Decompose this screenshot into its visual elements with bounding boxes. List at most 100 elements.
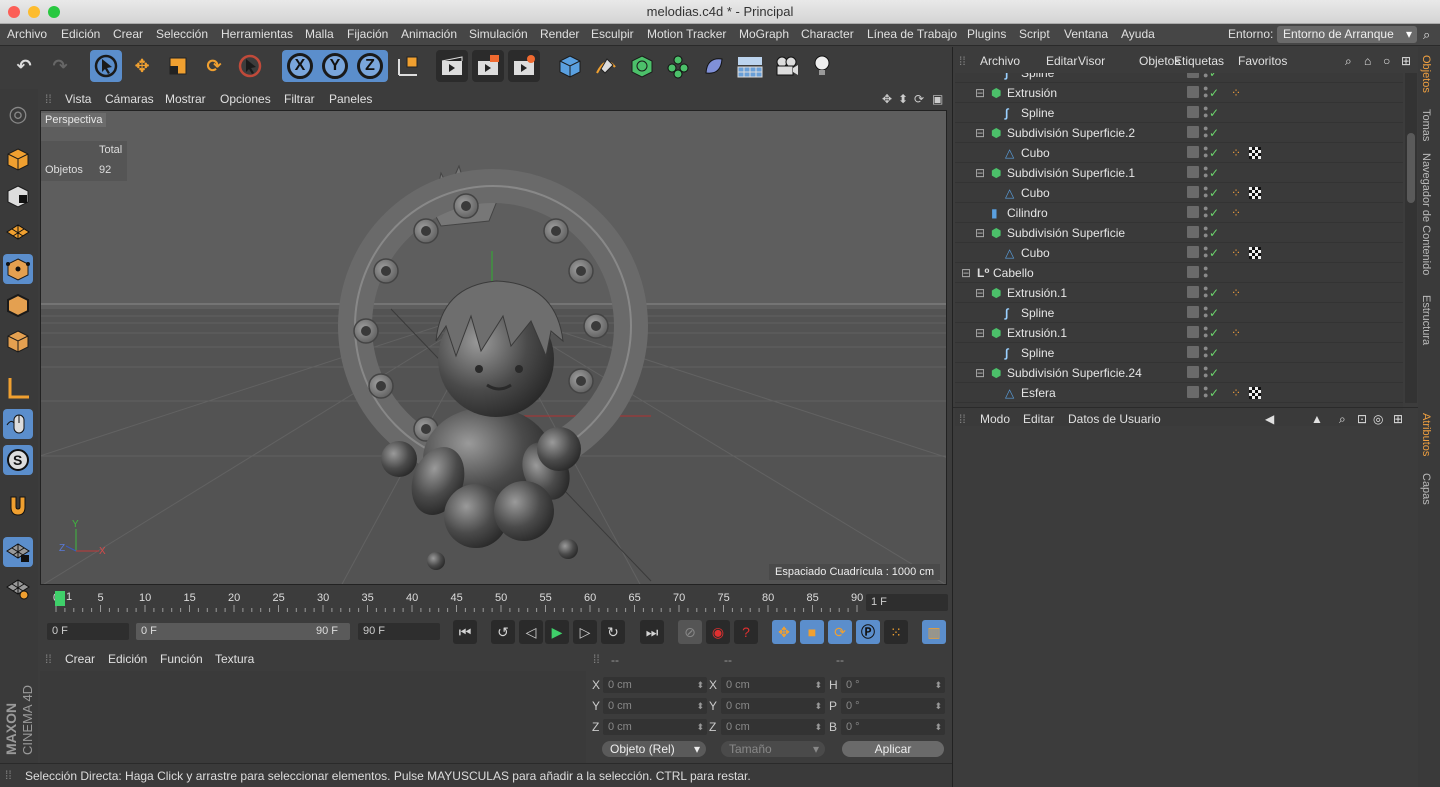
object-name[interactable]: Spline xyxy=(1021,73,1054,80)
om-menu-archivo[interactable]: Archivo xyxy=(980,54,1020,68)
minimize-window-button[interactable] xyxy=(28,6,40,18)
visibility-dots-icon[interactable]: ●● xyxy=(1203,284,1208,300)
enabled-check-icon[interactable]: ✓ xyxy=(1209,326,1219,340)
floor-icon[interactable] xyxy=(734,50,766,82)
enabled-check-icon[interactable]: ✓ xyxy=(1209,106,1219,120)
object-tree-row[interactable]: ⊟ ⬢ Subdivisión Superficie.1 ● ● ✓ xyxy=(955,163,1403,183)
viewport-menu-paneles[interactable]: Paneles xyxy=(329,92,372,106)
menu-herramientas[interactable]: Herramientas xyxy=(221,27,293,41)
layer-color-icon[interactable] xyxy=(1187,286,1199,298)
undo-icon[interactable]: ↶ xyxy=(8,50,40,82)
object-name[interactable]: Spline xyxy=(1021,306,1054,320)
scrollbar-thumb[interactable] xyxy=(1407,133,1415,203)
layer-color-icon[interactable] xyxy=(1187,146,1199,158)
visibility-dots-icon[interactable]: ●● xyxy=(1203,144,1208,160)
pos-z-field[interactable]: 0 cm xyxy=(603,719,707,735)
layer-color-icon[interactable] xyxy=(1187,206,1199,218)
key-position-icon[interactable]: ✥ xyxy=(772,620,796,644)
layer-color-icon[interactable] xyxy=(1187,166,1199,178)
pos-x-field[interactable]: 0 cm xyxy=(603,677,707,693)
layer-color-icon[interactable] xyxy=(1187,186,1199,198)
make-editable-icon[interactable]: ◎ xyxy=(3,99,33,129)
go-to-end-icon[interactable]: ⏭ xyxy=(640,620,664,644)
visibility-dots-icon[interactable]: ●● xyxy=(1203,324,1208,340)
tab-navegador-contenido[interactable]: Navegador de Contenido xyxy=(1420,153,1432,275)
material-menu-textura[interactable]: Textura xyxy=(215,652,254,666)
texture-mode-icon[interactable] xyxy=(3,181,33,211)
visibility-dots-icon[interactable]: ●● xyxy=(1203,204,1208,220)
object-name[interactable]: Extrusión xyxy=(1007,86,1057,100)
previous-frame-icon[interactable]: ◁ xyxy=(519,620,543,644)
record-disabled-icon[interactable]: ⊘ xyxy=(678,620,702,644)
enabled-check-icon[interactable]: ✓ xyxy=(1209,366,1219,380)
object-tree-row[interactable]: ⊟ ⬢ Subdivisión Superficie.24 ● ● ✓ xyxy=(955,363,1403,383)
render-settings-icon[interactable] xyxy=(508,50,540,82)
viewport-maximize-icon[interactable]: ▣ xyxy=(932,92,943,106)
viewport-menu-filtrar[interactable]: Filtrar xyxy=(284,92,315,106)
viewport-rotate-icon[interactable]: ⟳ xyxy=(914,92,924,106)
layer-color-icon[interactable] xyxy=(1187,366,1199,378)
viewport-menu-opciones[interactable]: Opciones xyxy=(220,92,271,106)
live-selection-icon[interactable] xyxy=(90,50,122,82)
rot-p-field[interactable]: 0 ° xyxy=(841,698,945,714)
object-tree-row[interactable]: ∫ Spline ●●✓ xyxy=(955,73,1403,83)
model-mode-icon[interactable] xyxy=(3,144,33,174)
object-tree-row[interactable]: ⊟ ⬢ Extrusión.1 ● ● ✓ ⁘ xyxy=(955,323,1403,343)
visibility-dots-icon[interactable]: ●● xyxy=(1203,84,1208,100)
close-window-button[interactable] xyxy=(8,6,20,18)
last-tool-icon[interactable] xyxy=(234,50,266,82)
enabled-check-icon[interactable]: ✓ xyxy=(1209,166,1219,180)
camera-icon[interactable] xyxy=(770,50,802,82)
timeline-playhead[interactable] xyxy=(55,591,65,606)
object-name[interactable]: Extrusión.1 xyxy=(1007,326,1067,340)
phong-tag-icon[interactable]: ⁘ xyxy=(1231,206,1241,220)
menu-esculpir[interactable]: Esculpir xyxy=(591,27,634,41)
visibility-dots-icon[interactable]: ●● xyxy=(1203,124,1208,140)
attr-search-icon[interactable]: ⌕ xyxy=(1339,412,1346,427)
object-tree[interactable]: ∫Spline●●✓⊟⬢Extrusión●●✓⁘∫Spline●●✓⊟⬢Sub… xyxy=(955,73,1403,426)
om-menu-etiquetas[interactable]: Etiquetas xyxy=(1174,54,1224,68)
object-tree-row[interactable]: ∫ Spline ●●✓ xyxy=(955,103,1403,123)
tab-capas[interactable]: Capas xyxy=(1420,473,1432,505)
cube-icon[interactable] xyxy=(554,50,586,82)
timeline-window-icon[interactable]: ▥ xyxy=(922,620,946,644)
attr-menu-editar[interactable]: Editar xyxy=(1023,412,1054,426)
next-frame-icon[interactable]: ▷ xyxy=(573,620,597,644)
pos-y-field[interactable]: 0 cm xyxy=(603,698,707,714)
visibility-dots-icon[interactable]: ●● xyxy=(1203,364,1208,380)
end-frame-field[interactable]: 90 F xyxy=(358,623,440,640)
light-icon[interactable] xyxy=(806,50,838,82)
viewport-menu-mostrar[interactable]: Mostrar xyxy=(165,92,206,106)
expand-toggle-icon[interactable]: ⊟ xyxy=(975,126,985,140)
subdivision-surface-icon[interactable] xyxy=(626,50,658,82)
menu-script[interactable]: Script xyxy=(1019,27,1050,41)
pen-icon[interactable] xyxy=(590,50,622,82)
phong-tag-icon[interactable]: ⁘ xyxy=(1231,186,1241,200)
start-frame-field[interactable]: 0 F xyxy=(47,623,129,640)
workplane-lock-icon[interactable] xyxy=(3,537,33,567)
enabled-check-icon[interactable]: ✓ xyxy=(1209,73,1219,80)
expand-toggle-icon[interactable]: ⊟ xyxy=(975,86,985,100)
object-name[interactable]: Cubo xyxy=(1021,186,1050,200)
render-picture-viewer-icon[interactable] xyxy=(472,50,504,82)
apply-button[interactable]: Aplicar xyxy=(842,741,944,757)
play-icon[interactable]: ▶ xyxy=(545,620,569,644)
visibility-dots-icon[interactable]: ●● xyxy=(1203,224,1208,240)
object-tree-row[interactable]: ∫ Spline ●●✓ xyxy=(955,303,1403,323)
menu-ayuda[interactable]: Ayuda xyxy=(1121,27,1155,41)
points-mode-icon[interactable] xyxy=(3,254,33,284)
menu-crear[interactable]: Crear xyxy=(113,27,143,41)
object-tree-row[interactable]: ⊟ ⬢ Extrusión.1 ● ● ✓ ⁘ xyxy=(955,283,1403,303)
visibility-dots-icon[interactable]: ●● xyxy=(1203,104,1208,120)
material-tag-icon[interactable] xyxy=(1249,187,1261,199)
object-tree-row[interactable]: ▮ Cilindro ● ● ✓ ⁘ xyxy=(955,203,1403,223)
phong-tag-icon[interactable]: ⁘ xyxy=(1231,286,1241,300)
menu-edicion[interactable]: Edición xyxy=(61,27,100,41)
om-menu-favoritos[interactable]: Favoritos xyxy=(1238,54,1287,68)
object-name[interactable]: Cilindro xyxy=(1007,206,1048,220)
object-tree-scrollbar[interactable] xyxy=(1405,73,1417,403)
object-name[interactable]: Extrusión.1 xyxy=(1007,286,1067,300)
attr-lock-icon[interactable]: ⊡ xyxy=(1357,412,1367,426)
size-z-field[interactable]: 0 cm xyxy=(721,719,825,735)
move-icon[interactable]: ✥ xyxy=(126,50,158,82)
